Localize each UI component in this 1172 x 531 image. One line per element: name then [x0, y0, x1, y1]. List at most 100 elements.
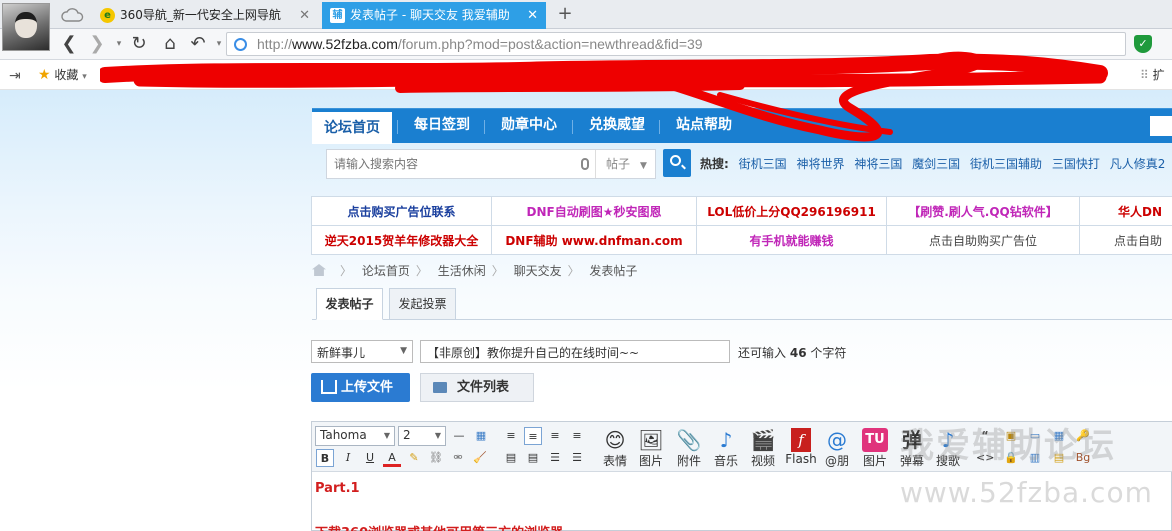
ad-banner-table: 点击购买广告位联系 DNF自动刷图★秒安图恩 LOL低价上分QQ29619691… — [311, 196, 1172, 255]
hot-term[interactable]: 魔剑三国 — [912, 157, 960, 171]
file-list-button[interactable]: 文件列表 — [420, 373, 534, 402]
home-icon[interactable] — [312, 264, 326, 276]
align-right-icon[interactable]: ≡ — [546, 427, 564, 445]
close-icon[interactable]: ✕ — [299, 2, 310, 29]
float-left-icon[interactable]: ▤ — [502, 449, 520, 467]
browser-tab-active[interactable]: 辅 发表帖子 - 聊天交友 我爱辅助 ✕ — [322, 2, 546, 29]
extensions-button[interactable]: ⠿ 扩 — [1140, 66, 1165, 83]
hot-term[interactable]: 三国快打 — [1052, 157, 1100, 171]
address-bar[interactable]: http://www.52fzba.com/forum.php?mod=post… — [226, 32, 1126, 56]
highlight-icon[interactable]: ✎ — [405, 449, 423, 467]
font-color-icon[interactable]: A — [383, 449, 401, 467]
horizontal-rule-icon[interactable]: — — [450, 427, 468, 445]
browser-tab-360nav[interactable]: e 360导航_新一代安全上网导航 ✕ — [92, 2, 318, 29]
float-right-icon[interactable]: ▤ — [524, 449, 542, 467]
new-tab-button[interactable]: + — [556, 3, 574, 25]
tu-image-button[interactable]: TU 图片 — [858, 428, 892, 469]
ad-link[interactable]: 点击自助购买广告位 — [886, 225, 1080, 255]
video-icon: 🎬 — [750, 428, 776, 452]
char-remaining-count: 46 — [789, 346, 807, 360]
tab-new-thread[interactable]: 发表帖子 — [316, 288, 383, 320]
chevron-down-icon: ▼ — [383, 431, 390, 440]
align-justify-icon[interactable]: ≡ — [568, 427, 586, 445]
sidebar-toggle-icon[interactable]: ⇥ — [9, 68, 21, 84]
unlink-icon[interactable]: ⚮ — [449, 449, 467, 467]
breadcrumb-item: 发表帖子 — [589, 264, 638, 278]
breadcrumb: 〉 论坛首页〉 生活休闲〉 聊天交友〉 发表帖子 — [312, 262, 637, 279]
site-favicon-icon: 辅 — [330, 8, 345, 23]
tab-new-poll[interactable]: 发起投票 — [389, 288, 456, 320]
music-button[interactable]: ♪ 音乐 — [709, 428, 743, 469]
breadcrumb-item[interactable]: 论坛首页 — [362, 264, 410, 278]
close-icon[interactable]: ✕ — [527, 2, 538, 29]
microphone-icon[interactable] — [581, 158, 589, 170]
hot-term[interactable]: 街机三国辅助 — [970, 157, 1042, 171]
url-text[interactable]: http://www.52fzba.com/forum.php?mod=post… — [257, 36, 703, 52]
flash-button[interactable]: f Flash — [784, 428, 818, 466]
star-icon: ★ — [38, 67, 51, 83]
link-icon[interactable]: ⛓ — [427, 449, 445, 467]
emoji-button[interactable]: 😊 表情 — [598, 428, 632, 469]
search-type-select[interactable]: 帖子 ▼ — [595, 150, 655, 178]
refresh-icon[interactable]: ↻ — [128, 32, 150, 56]
font-size-select[interactable]: 2 ▼ — [398, 426, 446, 446]
home-icon[interactable]: ⌂ — [159, 32, 181, 56]
360-nav-icon: e — [100, 8, 115, 23]
search-input[interactable] — [334, 157, 574, 171]
favorites-button[interactable]: ★ 收藏 ▾ — [38, 66, 87, 83]
hot-term[interactable]: 神将世界 — [796, 157, 844, 171]
clear-format-icon[interactable]: 🧹 — [471, 449, 489, 467]
hot-term[interactable]: 神将三国 — [854, 157, 902, 171]
nav-help[interactable]: 站点帮助 — [662, 109, 746, 144]
cloud-sync-icon[interactable] — [60, 5, 84, 23]
align-left-icon[interactable]: ≡ — [502, 427, 520, 445]
undo-icon[interactable]: ↶ — [187, 32, 209, 56]
nav-exchange[interactable]: 兑换威望 — [575, 109, 659, 144]
underline-button[interactable]: U — [361, 449, 379, 467]
ad-link[interactable]: 点击购买广告位联系 — [311, 196, 492, 226]
bookmark-bar: ⇥ ★ 收藏 ▾ ⠿ 扩 — [0, 60, 1172, 90]
attachment-button[interactable]: 📎 附件 — [672, 428, 706, 469]
align-center-icon[interactable]: ≡ — [524, 427, 542, 445]
nav-login-box[interactable] — [1150, 116, 1172, 136]
ad-link[interactable]: DNF自动刷图★秒安图恩 — [491, 196, 697, 226]
upload-file-button[interactable]: 上传文件 — [311, 373, 410, 402]
nav-medal-center[interactable]: 勋章中心 — [487, 109, 571, 144]
ad-link[interactable]: LOL低价上分QQ296196911 — [696, 196, 887, 226]
ad-link[interactable]: 逆天2015贺羊年修改器大全 — [311, 225, 492, 255]
table-icon[interactable]: ▦ — [472, 427, 490, 445]
breadcrumb-item[interactable]: 生活休闲 — [438, 264, 486, 278]
back-icon[interactable]: ❮ — [58, 32, 80, 56]
bold-button[interactable]: B — [316, 449, 334, 467]
hot-term[interactable]: 街机三国 — [739, 157, 787, 171]
hot-term[interactable]: 凡人修真2 — [1110, 157, 1166, 171]
ordered-list-icon[interactable]: ☰ — [546, 449, 564, 467]
italic-button[interactable]: I — [339, 449, 357, 467]
tu-image-icon: TU — [862, 428, 888, 452]
search-button[interactable] — [663, 149, 691, 177]
editor-content-line: Part.1 — [315, 481, 360, 496]
ad-link[interactable]: 点击自助 — [1079, 225, 1172, 255]
globe-icon — [234, 38, 247, 51]
ad-link[interactable]: DNF辅助 www.dnfman.com — [491, 225, 697, 255]
ad-link[interactable]: 华人DN — [1079, 196, 1172, 226]
title-input[interactable]: 【非原创】教你提升自己的在线时间~~ — [420, 340, 730, 363]
security-shield-icon[interactable]: ✓ — [1134, 35, 1152, 53]
grid-icon: ⠿ — [1140, 68, 1149, 82]
category-select[interactable]: 新鲜事儿 ▼ — [311, 340, 413, 363]
unordered-list-icon[interactable]: ☰ — [568, 449, 586, 467]
forward-icon[interactable]: ❯ — [86, 32, 108, 56]
font-family-select[interactable]: Tahoma ▼ — [315, 426, 395, 446]
ad-link[interactable]: 有手机就能赚钱 — [696, 225, 887, 255]
nav-divider — [659, 120, 660, 134]
image-button[interactable]: 🖼 图片 — [634, 428, 668, 469]
nav-forum-home[interactable]: 论坛首页 — [312, 109, 392, 144]
user-avatar[interactable] — [2, 3, 50, 51]
video-button[interactable]: 🎬 视频 — [746, 428, 780, 469]
char-remaining: 还可输入 46 个字符 — [738, 346, 847, 360]
ad-link[interactable]: 【刷赞.刷人气.QQ钻软件】 — [886, 196, 1080, 226]
history-dropdown-icon[interactable]: ▾ — [108, 32, 130, 56]
breadcrumb-item[interactable]: 聊天交友 — [514, 264, 562, 278]
nav-daily-checkin[interactable]: 每日签到 — [400, 109, 484, 144]
mention-button[interactable]: @ @朋 — [820, 428, 854, 469]
